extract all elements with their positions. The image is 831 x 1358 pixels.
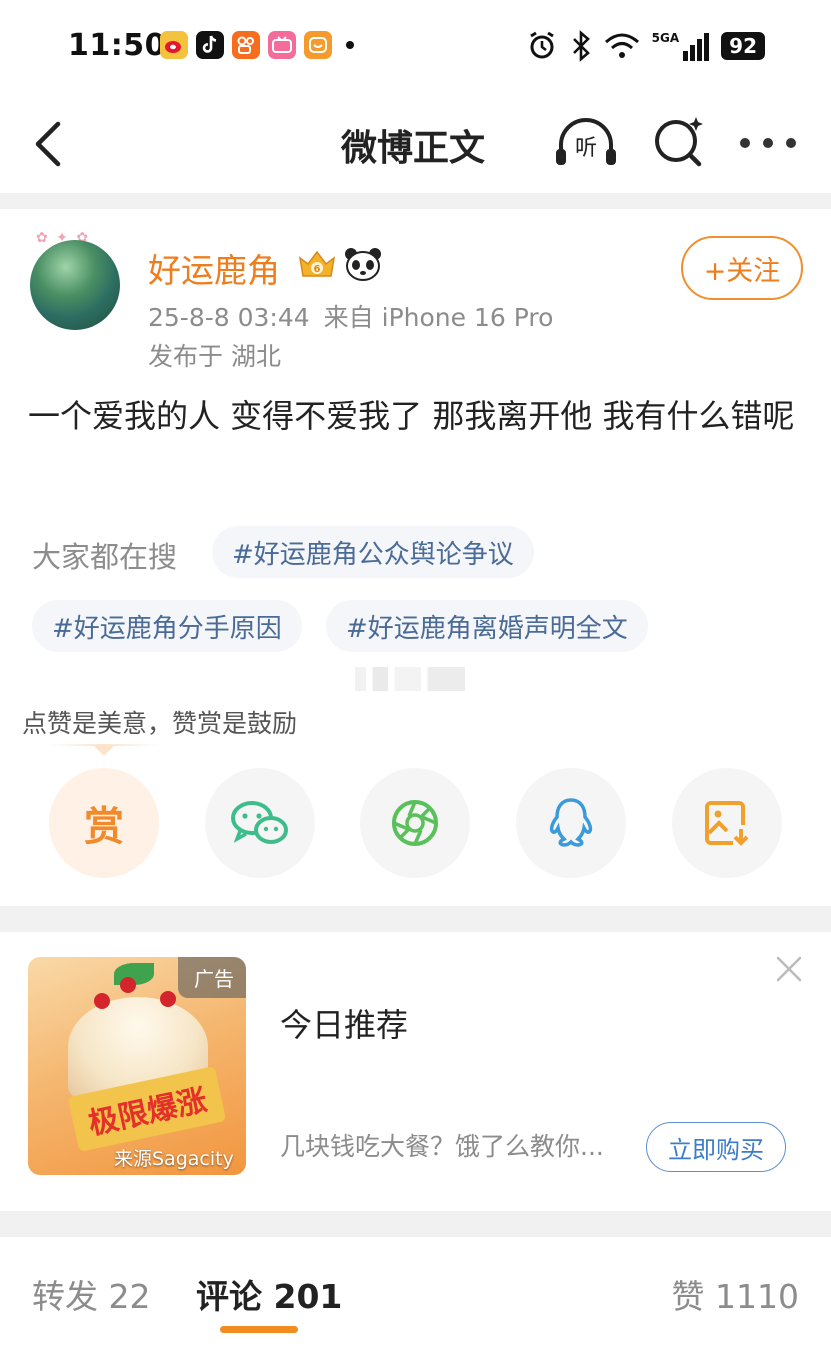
active-tab-indicator [220,1326,298,1333]
wechat-icon [231,801,288,844]
nav-bar: 微博正文 听 [0,95,831,193]
ad-description[interactable]: 几块钱吃大餐？饿了么教你... [280,1127,604,1163]
listen-label: 听 [575,136,597,161]
status-bar: 11:50 5GA 92 [0,0,831,95]
ad-title[interactable]: 今日推荐 [280,1000,408,1046]
reward-button[interactable]: 赏 [49,768,159,878]
more-options-icon[interactable] [740,135,796,151]
username[interactable]: 好运鹿角 [148,244,280,292]
follow-button[interactable]: +关注 [681,236,803,300]
ad-image[interactable]: 极限爆涨 广告 来源Sagacity [28,957,246,1175]
status-indicators: 5GA 92 [526,30,765,62]
hot-search-tag[interactable]: #好运鹿角分手原因 [32,600,302,652]
tab-comments[interactable]: 评论 201 [196,1270,342,1318]
hot-search-label: 大家都在搜 [32,540,178,574]
tab-reposts[interactable]: 转发 22 [32,1270,150,1318]
section-divider [0,193,831,209]
blurred-content [355,667,465,691]
moments-aperture-icon [392,800,438,846]
ad-label: 广告 [178,957,246,998]
taobao-icon [304,31,332,59]
ad-source: 来源Sagacity [114,1148,234,1170]
vip-crown-icon[interactable]: 6 [296,246,338,282]
close-icon[interactable] [774,954,804,984]
ad-berry-image [120,977,136,993]
tiktok-icon [196,31,224,59]
kuaishou-icon [232,31,260,59]
reward-label: 赏 [84,804,124,850]
alarm-icon [529,31,554,59]
section-divider [0,906,831,932]
page-title: 微博正文 [340,128,485,169]
avatar[interactable] [30,240,120,330]
network-type: 5GA [651,31,680,45]
save-image-button[interactable] [672,768,782,878]
weibo-icon [160,31,188,59]
share-moments-button[interactable] [360,768,470,878]
buy-now-button[interactable]: 立即购买 [646,1122,786,1172]
bluetooth-icon [572,30,590,62]
post-date: 25-8-8 03:44 [148,303,310,332]
section-divider [0,1211,831,1237]
hot-search-tag[interactable]: #好运鹿角离婚声明全文 [326,600,648,652]
notification-icons [160,31,354,59]
cellular-signal-icon: 5GA [652,31,710,61]
post-text: 一个爱我的人 变得不爱我了 那我离开他 我有什么错呢 [28,397,795,435]
search-icon[interactable] [652,115,706,169]
post-meta: 25-8-8 03:44 来自 iPhone 16 Pro [148,298,553,334]
qq-penguin-icon [549,798,593,847]
listen-headphones-icon[interactable]: 听 [553,117,619,169]
tab-likes[interactable]: 赞 1110 [672,1270,799,1318]
post-location: 发布于 湖北 [148,342,281,371]
save-image-icon [705,801,749,846]
bilibili-icon [268,31,296,59]
hot-search-tag[interactable]: #好运鹿角公众舆论争议 [212,526,534,578]
post-source: 来自 iPhone 16 Pro [323,303,554,332]
share-wechat-button[interactable] [205,768,315,878]
svg-text:6: 6 [314,264,321,275]
more-notifications-dot [346,41,354,49]
share-qq-button[interactable] [516,768,626,878]
wifi-icon [604,33,639,58]
reward-tip: 点赞是美意，赞赏是鼓励 [22,709,298,738]
panda-icon [345,248,381,281]
ad-berry-image [94,993,110,1009]
status-time: 11:50 [68,28,166,63]
ad-berry-image [160,991,176,1007]
battery-indicator: 92 [721,32,765,60]
reward-tip-pointer [94,746,114,756]
